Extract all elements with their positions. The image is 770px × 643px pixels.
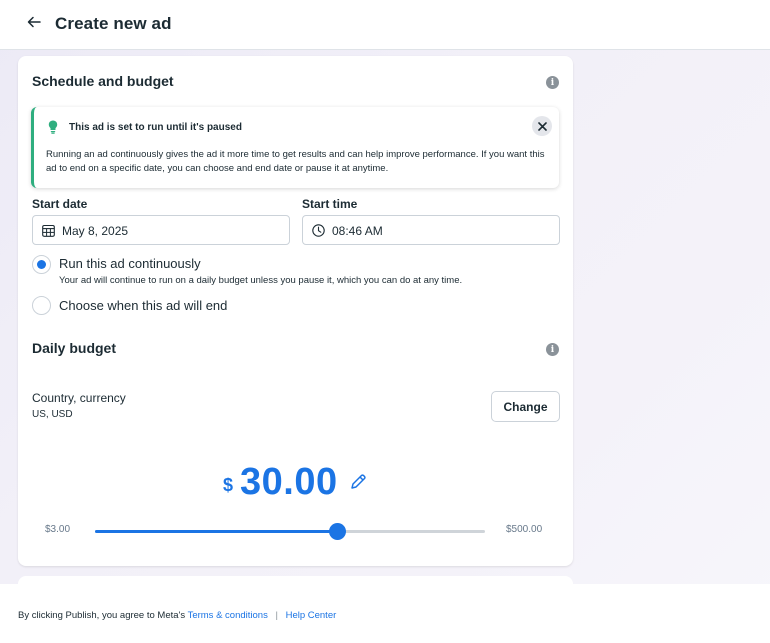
start-time-value: 08:46 AM: [332, 224, 383, 238]
footer: By clicking Publish, you agree to Meta's…: [0, 584, 770, 643]
top-bar: Create new ad: [0, 0, 770, 50]
clock-icon: [312, 224, 325, 237]
page-title: Create new ad: [55, 14, 172, 33]
arrow-left-icon[interactable]: [26, 14, 42, 30]
slider-fill: [95, 530, 337, 533]
footer-text: By clicking Publish, you agree to Meta's…: [18, 610, 336, 621]
country-currency-label: Country, currency: [32, 391, 126, 405]
info-icon[interactable]: i: [546, 343, 559, 356]
choose-end-label[interactable]: Choose when this ad will end: [59, 298, 227, 313]
close-icon: [537, 121, 547, 131]
currency-symbol: $: [223, 475, 234, 495]
start-time-label: Start time: [302, 197, 358, 211]
footer-prefix: By clicking Publish, you agree to Meta's: [18, 610, 186, 621]
lightbulb-icon: [48, 120, 58, 134]
notice-body: Running an ad continuously gives the ad …: [46, 149, 545, 174]
footer-separator: |: [275, 610, 278, 621]
choose-end-radio[interactable]: [32, 296, 51, 315]
notice-title: This ad is set to run until it's paused: [69, 122, 242, 133]
start-date-value: May 8, 2025: [62, 224, 129, 238]
change-button[interactable]: Change: [491, 391, 560, 422]
run-continuously-radio[interactable]: [32, 255, 51, 274]
info-icon[interactable]: i: [546, 76, 559, 89]
start-time-field[interactable]: 08:46 AM: [302, 215, 560, 245]
slider-min-label: $3.00: [45, 524, 71, 535]
start-date-field[interactable]: May 8, 2025: [32, 215, 290, 245]
calendar-icon: [42, 224, 55, 237]
slider-thumb[interactable]: [328, 523, 346, 540]
budget-amount[interactable]: 30.00: [240, 461, 338, 504]
schedule-section-title: Schedule and budget: [32, 73, 174, 89]
country-currency-value: US, USD: [32, 409, 73, 420]
pencil-icon[interactable]: [349, 473, 367, 491]
help-center-link[interactable]: Help Center: [286, 610, 337, 621]
terms-link[interactable]: Terms & conditions: [188, 610, 268, 621]
start-date-label: Start date: [32, 197, 88, 211]
budget-slider[interactable]: [95, 523, 485, 540]
notice-banner: This ad is set to run until it's paused …: [31, 107, 559, 188]
run-continuously-label[interactable]: Run this ad continuously: [59, 256, 201, 271]
daily-budget-title: Daily budget: [32, 340, 117, 356]
close-button[interactable]: [532, 116, 552, 136]
schedule-budget-card: Schedule and budget i This ad is set to …: [18, 56, 573, 566]
slider-max-label: $500.00: [506, 524, 543, 535]
run-continuously-help: Your ad will continue to run on a daily …: [59, 275, 463, 286]
